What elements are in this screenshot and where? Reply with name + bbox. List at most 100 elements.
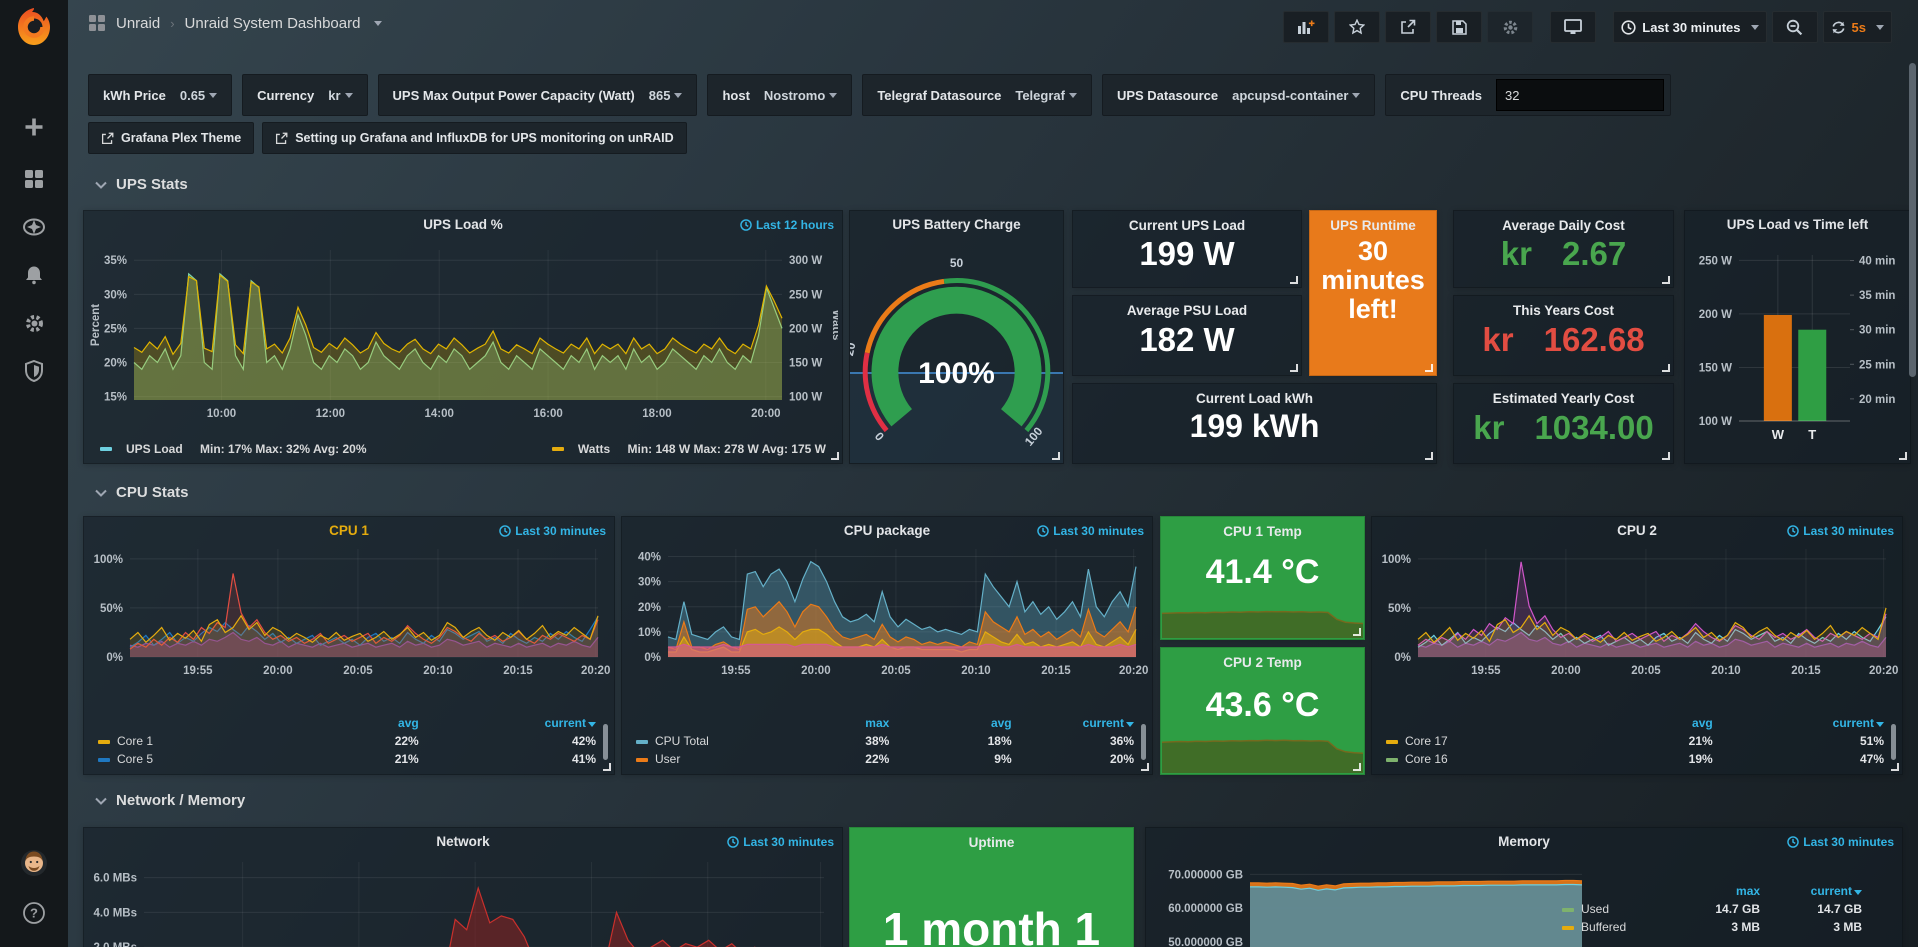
cycle-view-icon[interactable] [1550,11,1596,43]
cpu2-chart[interactable]: 100%50%0%19:5520:0020:0520:1020:1520:20 [1376,541,1898,683]
stat-title[interactable]: Average Daily Cost [1454,218,1673,233]
ups-battery-gauge[interactable]: 02050100100% [850,235,1063,463]
star-icon[interactable] [1334,11,1380,43]
panel-time-badge[interactable]: Last 30 minutes [727,835,834,849]
variable-cpu-threads-input[interactable] [1496,79,1664,111]
variable-cpu-threads[interactable]: CPU Threads [1385,74,1671,116]
variable-value[interactable]: Nostromo [764,88,837,103]
dashboards-icon[interactable] [0,159,68,199]
save-icon[interactable] [1436,11,1482,43]
stat-title[interactable]: Current Load kWh [1073,391,1436,406]
stat-title[interactable]: CPU 1 Temp [1161,524,1364,539]
legend-item-user[interactable]: User [636,750,767,768]
variable-value[interactable]: 865 [649,88,683,103]
stat-title[interactable]: CPU 2 Temp [1161,655,1364,670]
network-chart[interactable]: 6.0 MBs4.0 MBs2.0 MBs19:5520:0020:0520:1… [88,852,838,947]
zoom-out-icon[interactable] [1772,11,1818,43]
variable-ups-datasource[interactable]: UPS Datasource apcupsd-container [1102,74,1375,116]
legend-item-ups-load[interactable]: UPS Load Min: 17% Max: 32% Avg: 20% [100,442,367,456]
apps-grid-icon [88,14,106,32]
ups-load-chart[interactable]: 35%30%25%20%15%300 W250 W200 W150 W100 W… [88,235,838,429]
dashboard-link-grafana-plex-theme[interactable]: Grafana Plex Theme [88,122,254,154]
explore-icon[interactable] [0,207,68,247]
legend-item-core-17[interactable]: Core 17 [1386,732,1541,750]
cpu2-legend: avgcurrentCore 1721%51%Core 1619%47% [1386,714,1884,768]
section-cpu-stats[interactable]: CPU Stats [95,484,189,501]
panel-title[interactable]: UPS Load % [84,217,842,232]
add-panel-icon[interactable] [1283,11,1329,43]
dashboard-dropdown-caret[interactable] [374,21,382,26]
create-icon[interactable] [0,107,68,147]
variable-kwh-price[interactable]: kWh Price 0.65 [88,74,232,116]
breadcrumb-app[interactable]: Unraid [116,15,160,32]
panel-time-badge[interactable]: Last 30 minutes [1037,524,1144,538]
page-scrollbar[interactable] [1909,63,1916,377]
legend-sort-current[interactable]: current [1012,714,1134,732]
legend-sort-avg[interactable]: avg [1541,714,1712,732]
ups-load-vs-time-chart[interactable]: 250 W200 W150 W100 W40 min35 min30 min25… [1689,235,1906,447]
time-range-picker[interactable]: Last 30 minutes [1613,11,1766,43]
legend-item-buffered[interactable]: Buffered [1562,918,1658,936]
variable-label: host [722,88,749,103]
stat-value: 30 minutes left! [1310,233,1436,324]
legend-series-name[interactable]: UPS Load [126,442,183,456]
variable-value[interactable]: Telegraf [1015,88,1077,103]
legend-value: 19% [1541,750,1712,768]
cpu1-chart[interactable]: 100%50%0%19:5520:0020:0520:1020:1520:20 [88,541,610,683]
breadcrumb-dashboard-title[interactable]: Unraid System Dashboard [185,15,361,32]
legend-item-core-16[interactable]: Core 16 [1386,750,1541,768]
configuration-icon[interactable] [0,303,68,343]
avatar[interactable] [0,843,68,883]
variable-telegraf-datasource[interactable]: Telegraf Datasource Telegraf [862,74,1092,116]
legend-item-cpu-total[interactable]: CPU Total [636,732,767,750]
stat-title[interactable]: UPS Runtime [1310,218,1436,233]
stat-title[interactable]: This Years Cost [1454,303,1673,318]
panel-title[interactable]: UPS Battery Charge [850,217,1063,232]
legend-sort-current[interactable]: current [1760,882,1862,900]
section-network-memory[interactable]: Network / Memory [95,792,245,809]
legend-value: 14.7 GB [1658,900,1760,918]
share-icon[interactable] [1385,11,1431,43]
legend-sort-current[interactable]: current [1713,714,1884,732]
variable-value[interactable]: apcupsd-container [1232,88,1360,103]
variable-host[interactable]: host Nostromo [707,74,852,116]
legend-sort-max[interactable]: max [1658,882,1760,900]
legend-series-name[interactable]: Watts [578,442,610,456]
legend-item-watts[interactable]: Watts Min: 148 W Max: 278 W Avg: 175 W [552,442,826,456]
legend-sort-max[interactable]: max [767,714,889,732]
legend-scrollbar[interactable] [1141,724,1146,760]
panel-title[interactable]: UPS Load vs Time left [1685,217,1910,232]
svg-text:18:00: 18:00 [642,408,671,420]
stat-title[interactable]: Current UPS Load [1073,218,1301,233]
legend-item-used[interactable]: Used [1562,900,1658,918]
variable-ups-max-output-power-capacity-watt[interactable]: UPS Max Output Power Capacity (Watt) 865 [378,74,698,116]
panel-time-badge[interactable]: Last 12 hours [740,218,834,232]
stat-title[interactable]: Estimated Yearly Cost [1454,391,1673,406]
grafana-logo[interactable] [14,6,54,48]
legend-item-core-5[interactable]: Core 5 [98,750,241,768]
cpu-package-chart[interactable]: 40%30%20%10%0%19:5520:0020:0520:1020:152… [626,541,1148,683]
settings-icon[interactable] [1487,11,1533,43]
variable-currency[interactable]: Currency kr [242,74,367,116]
dashboard-link-setting-up-grafana-and-influxdb-for-ups-monitoring-on-unraid[interactable]: Setting up Grafana and InfluxDB for UPS … [262,122,686,154]
panel-cpu-1: CPU 1 Last 30 minutes 100%50%0%19:5520:0… [83,516,615,775]
legend-sort-current[interactable]: current [419,714,596,732]
variable-value[interactable]: kr [328,88,352,103]
stat-title[interactable]: Average PSU Load [1073,303,1301,318]
section-ups-stats[interactable]: UPS Stats [95,176,188,193]
legend-scrollbar[interactable] [1891,724,1896,760]
memory-chart[interactable]: 70.000000 GB60.000000 GB50.000000 GB [1150,858,1590,947]
legend-scrollbar[interactable] [603,724,608,760]
legend-sort-avg[interactable]: avg [889,714,1011,732]
stat-title[interactable]: Uptime [850,835,1133,850]
panel-time-badge[interactable]: Last 30 minutes [499,524,606,538]
variable-value[interactable]: 0.65 [180,88,217,103]
legend-item-core-1[interactable]: Core 1 [98,732,241,750]
refresh-button[interactable]: 5s [1823,11,1892,43]
panel-time-badge[interactable]: Last 30 minutes [1787,835,1894,849]
panel-time-badge[interactable]: Last 30 minutes [1787,524,1894,538]
legend-sort-avg[interactable]: avg [241,714,418,732]
server-admin-icon[interactable] [0,351,68,391]
help-icon[interactable]: ? [0,893,68,933]
alerting-icon[interactable] [0,255,68,295]
